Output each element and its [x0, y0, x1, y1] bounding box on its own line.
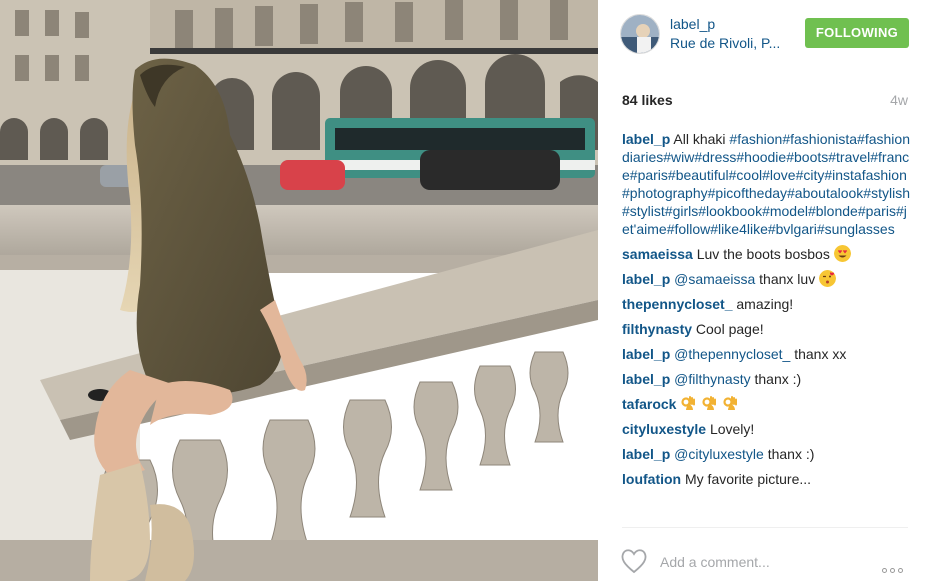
caption-text: All khaki — [673, 131, 726, 147]
comment-username[interactable]: label_p — [622, 446, 670, 462]
post-meta: 84 likes 4w — [622, 92, 908, 112]
caption: label_p All khaki #fashion#fashionista#f… — [622, 130, 910, 238]
comment-mention[interactable]: @thepennycloset_ — [674, 346, 790, 362]
comments-list[interactable]: label_p All khaki #fashion#fashionista#f… — [622, 130, 910, 526]
heart-eyes-emoji-icon — [833, 245, 851, 262]
post-location[interactable]: Rue de Rivoli, P... — [670, 35, 780, 51]
post-photo[interactable] — [0, 0, 598, 581]
comment-mention[interactable]: @samaeissa — [674, 271, 755, 287]
comment-username[interactable]: samaeissa — [622, 246, 693, 262]
comment-username[interactable]: label_p — [622, 271, 670, 287]
comment-text: Lovely! — [709, 421, 755, 437]
comment-text: thanx :) — [754, 371, 802, 387]
comment-username[interactable]: tafarock — [622, 396, 676, 412]
comment-item: samaeissa Luv the boots bosbos — [622, 245, 910, 263]
avatar[interactable] — [620, 14, 660, 54]
comment-text: thanx :) — [767, 446, 815, 462]
dot-icon — [890, 568, 895, 573]
comment-text: My favorite picture... — [685, 471, 812, 487]
comment-text: amazing! — [736, 296, 794, 312]
dot-icon — [882, 568, 887, 573]
likes-count[interactable]: 84 likes — [622, 92, 673, 108]
ok-hand-emoji-icon — [702, 396, 717, 410]
kiss-emoji-icon — [819, 270, 837, 287]
comment-username[interactable]: filthynasty — [622, 321, 692, 337]
photo-illustration — [0, 0, 598, 581]
heart-outline-icon[interactable] — [620, 548, 648, 574]
comment-item: loufation My favorite picture... — [622, 470, 910, 488]
dot-icon — [898, 568, 903, 573]
comment-item: label_p @thepennycloset_ thanx xx — [622, 345, 910, 363]
comment-text: Cool page! — [695, 321, 764, 337]
comment-text: Luv the boots bosbos — [696, 246, 830, 262]
comment-username[interactable]: label_p — [622, 346, 670, 362]
comment-text: thanx xx — [794, 346, 847, 362]
post-author-username[interactable]: label_p — [670, 16, 715, 32]
comment-mention[interactable]: @cityluxestyle — [674, 446, 764, 462]
post-time[interactable]: 4w — [890, 92, 908, 108]
ok-hand-emoji-icon — [681, 396, 696, 410]
comment-text: thanx luv — [759, 271, 816, 287]
comment-username[interactable]: label_p — [622, 371, 670, 387]
comment-item: filthynasty Cool page! — [622, 320, 910, 338]
comment-item: thepennycloset_ amazing! — [622, 295, 910, 313]
following-button[interactable]: FOLLOWING — [805, 18, 909, 48]
comment-item: label_p @samaeissa thanx luv — [622, 270, 910, 288]
more-options-icon[interactable] — [882, 560, 910, 573]
comment-mention[interactable]: @filthynasty — [674, 371, 750, 387]
comment-footer — [598, 540, 928, 580]
avatar-image — [621, 15, 659, 53]
comment-username[interactable]: loufation — [622, 471, 681, 487]
comment-item: tafarock — [622, 395, 910, 413]
post-side-panel: label_p Rue de Rivoli, P... FOLLOWING 84… — [598, 0, 928, 581]
comment-item: label_p @cityluxestyle thanx :) — [622, 445, 910, 463]
comment-item: cityluxestyle Lovely! — [622, 420, 910, 438]
post-header: label_p Rue de Rivoli, P... FOLLOWING — [598, 0, 928, 70]
comment-item: label_p @filthynasty thanx :) — [622, 370, 910, 388]
footer-divider — [622, 527, 908, 528]
comment-username[interactable]: thepennycloset_ — [622, 296, 732, 312]
comment-username[interactable]: cityluxestyle — [622, 421, 706, 437]
add-comment-input[interactable] — [660, 551, 860, 573]
ok-hand-emoji-icon — [723, 396, 738, 410]
caption-username[interactable]: label_p — [622, 131, 670, 147]
